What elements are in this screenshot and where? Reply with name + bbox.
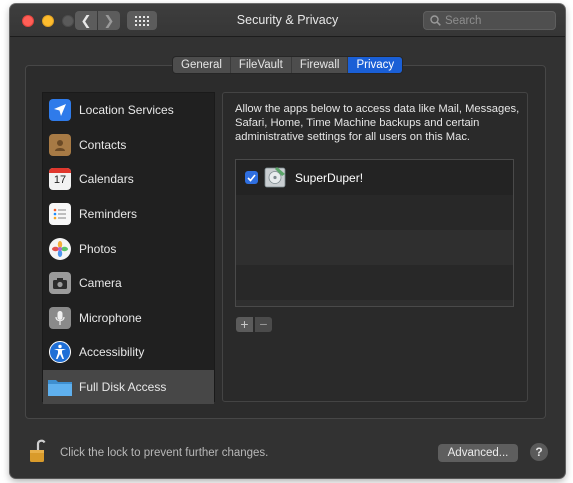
app-list: SuperDuper! bbox=[235, 159, 514, 307]
search-icon bbox=[430, 15, 441, 26]
back-button[interactable]: ❮ bbox=[75, 11, 97, 30]
search-field[interactable]: Search bbox=[423, 11, 556, 30]
search-placeholder: Search bbox=[445, 14, 482, 27]
sidebar-item-contacts[interactable]: Contacts bbox=[43, 128, 214, 163]
remove-app-button[interactable]: − bbox=[255, 317, 272, 332]
tab-general[interactable]: General bbox=[173, 57, 231, 73]
sidebar-item-label: Contacts bbox=[79, 137, 127, 152]
app-name: SuperDuper! bbox=[295, 171, 364, 185]
help-button[interactable]: ? bbox=[530, 443, 548, 461]
window-title: Security & Privacy bbox=[236, 13, 339, 27]
empty-row bbox=[236, 230, 513, 265]
app-row-superduper[interactable]: SuperDuper! bbox=[236, 160, 513, 195]
sidebar-item-calendars[interactable]: 17 Calendars bbox=[43, 162, 214, 197]
add-remove-controls: + − bbox=[236, 317, 272, 332]
camera-icon bbox=[49, 272, 71, 295]
lock-status-text: Click the lock to prevent further change… bbox=[60, 447, 269, 459]
calendar-day-text: 17 bbox=[53, 174, 67, 187]
access-description: Allow the apps below to access data like… bbox=[235, 103, 520, 143]
sidebar-item-accessibility[interactable]: Accessibility bbox=[43, 335, 214, 370]
reminders-list-icon bbox=[49, 203, 71, 226]
empty-row bbox=[236, 300, 513, 306]
chevron-left-icon: ❮ bbox=[80, 13, 92, 28]
microphone-icon bbox=[49, 306, 71, 329]
tab-bar: General FileVault Firewall Privacy bbox=[172, 56, 404, 74]
accessibility-icon bbox=[49, 341, 71, 364]
empty-row bbox=[236, 195, 513, 230]
sidebar-item-label: Accessibility bbox=[79, 345, 145, 360]
sidebar-item-microphone[interactable]: Microphone bbox=[43, 301, 214, 336]
grid-icon bbox=[135, 15, 149, 26]
sidebar-item-label: Camera bbox=[79, 276, 122, 291]
privacy-category-list: Location Services Contacts 17 Calendars bbox=[42, 92, 215, 405]
tab-privacy[interactable]: Privacy bbox=[348, 57, 403, 73]
tab-firewall[interactable]: Firewall bbox=[292, 57, 349, 73]
sidebar-item-label: Full Disk Access bbox=[79, 380, 167, 395]
security-privacy-window: ❮ ❯ Security & Privacy Search General Fi… bbox=[10, 4, 565, 478]
sidebar-item-reminders[interactable]: Reminders bbox=[43, 197, 214, 232]
sidebar-item-label: Reminders bbox=[79, 207, 138, 222]
folder-icon bbox=[47, 377, 73, 397]
close-window-button[interactable] bbox=[22, 15, 34, 27]
sidebar-item-full-disk-access[interactable]: Full Disk Access bbox=[43, 369, 214, 405]
sidebar-item-label: Calendars bbox=[79, 172, 134, 187]
sidebar-item-label: Photos bbox=[79, 241, 117, 256]
forward-button[interactable]: ❯ bbox=[98, 11, 120, 30]
empty-row bbox=[236, 265, 513, 300]
location-arrow-icon bbox=[49, 99, 71, 122]
zoom-window-button[interactable] bbox=[62, 15, 74, 27]
title-bar: ❮ ❯ Security & Privacy Search bbox=[10, 4, 565, 37]
sidebar-item-photos[interactable]: Photos bbox=[43, 231, 214, 266]
minimize-window-button[interactable] bbox=[42, 15, 54, 27]
checkmark-icon bbox=[247, 173, 256, 182]
advanced-button[interactable]: Advanced... bbox=[438, 444, 518, 462]
tab-filevault[interactable]: FileVault bbox=[231, 57, 292, 73]
unlocked-padlock-icon bbox=[30, 439, 46, 462]
photos-flower-icon bbox=[49, 237, 71, 260]
lock-button[interactable] bbox=[28, 438, 50, 464]
sidebar-item-location-services[interactable]: Location Services bbox=[43, 93, 214, 128]
chevron-right-icon: ❯ bbox=[103, 13, 115, 28]
sidebar-item-camera[interactable]: Camera bbox=[43, 266, 214, 301]
sidebar-item-label: Microphone bbox=[79, 310, 142, 325]
app-enabled-checkbox[interactable] bbox=[245, 171, 258, 184]
superduper-disk-icon bbox=[263, 165, 287, 189]
calendar-icon: 17 bbox=[49, 168, 71, 191]
add-app-button[interactable]: + bbox=[236, 317, 253, 332]
sidebar-item-label: Location Services bbox=[79, 103, 174, 118]
contacts-book-icon bbox=[49, 133, 71, 156]
show-all-button[interactable] bbox=[127, 11, 157, 30]
